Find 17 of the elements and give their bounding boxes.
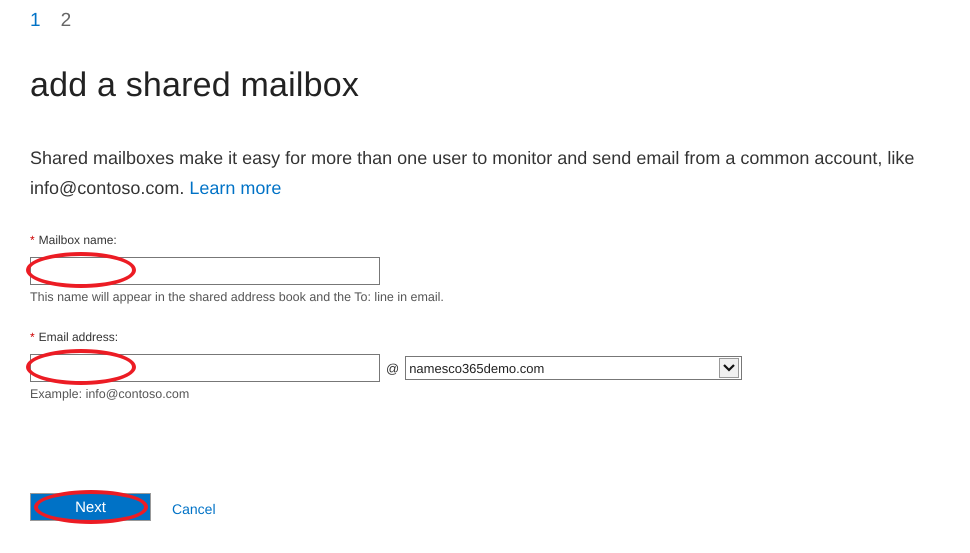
domain-dropdown[interactable]: namesco365demo.com (405, 356, 742, 380)
field-label: Email address: (38, 330, 118, 344)
field-hint: Example: info@contoso.com (30, 387, 190, 401)
email-field[interactable] (30, 354, 380, 382)
required-mark: * (30, 233, 35, 247)
field-label: Mailbox name: (38, 233, 117, 247)
cancel-link[interactable]: Cancel (172, 501, 216, 517)
learn-more-link[interactable]: Learn more (189, 178, 282, 198)
step-tab[interactable]: 2 (60, 10, 72, 32)
caret-icon (719, 358, 740, 378)
name-field[interactable] (30, 257, 380, 285)
page-title: add a shared mailbox (30, 66, 360, 105)
field-hint: This name will appear in the shared address book and the To: line in email. (30, 290, 445, 304)
required-mark: * (30, 330, 35, 344)
at-sign: @ (386, 360, 400, 376)
step-tab[interactable]: 1 (30, 10, 41, 32)
description-text: Shared mailboxes make it easy for more than one user to monitor and send email from a common account, like info@contoso.com. Learn more (30, 147, 916, 200)
